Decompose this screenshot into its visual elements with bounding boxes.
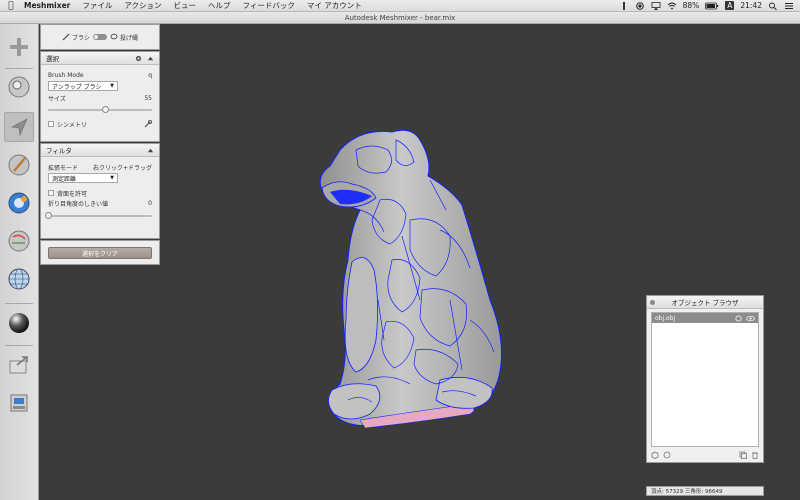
duplicate-icon[interactable]	[739, 451, 747, 459]
allow-backface-checkbox[interactable]	[48, 190, 54, 196]
brush-mode-dropdown[interactable]: アンラップ ブラシ ▼	[48, 81, 118, 91]
object-settings-icon[interactable]	[735, 314, 742, 322]
select-tool-button[interactable]	[4, 112, 34, 142]
crease-angle-slider-handle[interactable]	[45, 212, 52, 219]
brush-mode-value: アンラップ ブラシ	[52, 83, 102, 91]
menu-help[interactable]: ヘルプ	[202, 0, 237, 11]
size-label: サイズ	[48, 95, 66, 103]
battery-icon[interactable]	[705, 2, 719, 10]
crease-angle-value: 0	[148, 199, 152, 207]
expand-mode-hint: 右クリック+ドラッグ	[92, 164, 152, 172]
battery-percent: 88%	[682, 1, 700, 10]
airplay-icon[interactable]	[651, 1, 661, 10]
size-slider-handle[interactable]	[102, 106, 110, 113]
size-slider[interactable]	[48, 106, 152, 113]
object-name: obj.obj	[655, 314, 676, 322]
clear-selection-button[interactable]: 選択をクリア	[48, 247, 152, 259]
meshmix-sphere-icon	[8, 76, 30, 98]
wireframe-sphere-icon	[8, 268, 30, 290]
edit-button[interactable]	[4, 226, 34, 256]
collapse-arrow-icon[interactable]	[147, 55, 154, 62]
shader-ball-icon	[9, 313, 29, 333]
list-item[interactable]: obj.obj	[652, 313, 758, 323]
brush-lasso-toggle[interactable]	[92, 34, 107, 40]
symmetry-checkbox[interactable]	[48, 121, 54, 127]
filter-panel-title: フィルタ	[46, 147, 72, 155]
apple-menu-icon[interactable]: 	[0, 1, 22, 11]
notification-center-icon[interactable]	[784, 2, 794, 10]
object-list: obj.obj	[651, 312, 759, 447]
menu-bar:  Meshmixer ファイル アクション ビュー ヘルプ フィードバック マ…	[0, 0, 800, 12]
record-icon[interactable]	[635, 1, 645, 10]
expand-mode-value: 測定距離	[52, 175, 77, 183]
allow-backface-label: 背面を許可	[57, 190, 88, 198]
export-button[interactable]	[4, 350, 34, 380]
brush-lasso-bar: ブラシ 投げ縄	[40, 24, 160, 50]
lasso-mode-label: 投げ縄	[119, 34, 138, 42]
export-icon	[9, 356, 28, 374]
close-object-browser-icon[interactable]	[650, 300, 655, 305]
input-method-indicator[interactable]: A	[725, 1, 735, 10]
stamp-icon	[8, 192, 30, 214]
menu-view[interactable]: ビュー	[168, 0, 203, 11]
window-title: Autodesk Meshmixer - bear.mix	[0, 12, 800, 24]
lasso-icon	[110, 33, 118, 40]
brush-mode-label: ブラシ	[72, 34, 90, 42]
trash-icon[interactable]	[751, 451, 759, 459]
cube-icon[interactable]	[651, 451, 659, 459]
select-panel: 選択 Brush Mode q アンラップ ブラシ ▼ サイズ 55 シンメトリ	[40, 51, 160, 142]
object-browser-title: オブジェクト ブラウザ	[671, 299, 739, 307]
printer-icon	[10, 394, 28, 412]
menu-file[interactable]: ファイル	[76, 0, 118, 11]
sculpt-button[interactable]	[4, 150, 34, 180]
select-arrow-icon	[11, 118, 28, 137]
clock[interactable]: 21:42	[740, 1, 762, 10]
filter-panel: フィルタ 拡張モード 右クリック+ドラッグ 測定距離 ▼ 背面を許可 折り目角度…	[40, 143, 160, 239]
import-plus-button[interactable]	[4, 32, 34, 62]
shaders-button[interactable]	[4, 308, 34, 338]
symmetry-label: シンメトリ	[57, 121, 87, 129]
wifi-icon[interactable]	[667, 2, 677, 10]
clear-selection-panel: 選択をクリア	[40, 240, 160, 265]
plus-icon	[10, 38, 28, 56]
brush-icon	[62, 33, 70, 41]
menu-action[interactable]: アクション	[118, 0, 167, 11]
brush-mode-label: Brush Mode	[48, 71, 84, 79]
settings-gear-icon[interactable]	[135, 55, 142, 62]
visibility-eye-icon[interactable]	[746, 315, 755, 322]
collapse-arrow-icon[interactable]	[147, 147, 154, 154]
brush-mode-shortcut: q	[148, 71, 152, 79]
tool-sidebar	[0, 24, 39, 500]
edit-sphere-icon	[8, 230, 30, 252]
expand-mode-label: 拡張モード	[48, 164, 79, 172]
crease-angle-slider[interactable]	[45, 212, 152, 219]
analysis-button[interactable]	[4, 264, 34, 294]
wrench-icon[interactable]	[144, 120, 152, 128]
menu-account[interactable]: マイ アカウント	[301, 0, 368, 11]
sculpt-brush-icon	[8, 154, 30, 176]
spotlight-search-icon[interactable]	[768, 2, 778, 10]
meshmix-button[interactable]	[4, 72, 34, 102]
size-value: 55	[144, 94, 152, 102]
mesh-stats-status: 頂点: 57329 三角形: 96649	[646, 486, 764, 496]
print-button[interactable]	[4, 388, 34, 418]
dropdown-arrow-icon: ▼	[110, 83, 114, 89]
menu-feedback[interactable]: フィードバック	[237, 0, 301, 11]
sphere-outline-icon[interactable]	[663, 451, 671, 459]
expand-mode-dropdown[interactable]: 測定距離 ▼	[48, 173, 118, 183]
crease-angle-label: 折り目角度のしきい値	[48, 200, 109, 208]
script-icon[interactable]	[619, 1, 629, 10]
object-browser: オブジェクト ブラウザ obj.obj	[646, 295, 764, 463]
select-panel-title: 選択	[46, 55, 59, 63]
stamp-button[interactable]	[4, 188, 34, 218]
dropdown-arrow-icon: ▼	[110, 175, 114, 181]
menu-app-name[interactable]: Meshmixer	[22, 1, 76, 10]
